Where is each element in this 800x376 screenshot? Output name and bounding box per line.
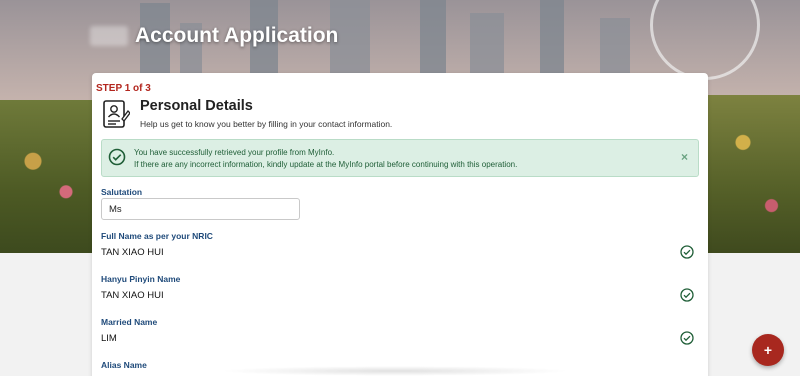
- married-name-value: LIM: [101, 333, 117, 344]
- salutation-label: Salutation: [101, 187, 143, 197]
- alert-message-line2: If there are any incorrect information, …: [134, 160, 518, 169]
- page-title: Account Application: [135, 24, 339, 47]
- blurred-logo: [90, 26, 128, 46]
- add-button[interactable]: +: [752, 334, 784, 366]
- check-circle-icon: [108, 148, 126, 166]
- check-circle-icon: [680, 245, 694, 259]
- check-circle-icon: [680, 331, 694, 345]
- document-person-icon: [103, 100, 130, 128]
- hanyu-name-value: TAN XIAO HUI: [101, 290, 164, 301]
- myinfo-success-alert: You have successfully retrieved your pro…: [101, 139, 699, 177]
- section-subtitle: Help us get to know you better by fillin…: [140, 119, 393, 129]
- bottom-shadow: [220, 366, 570, 376]
- alert-message-line1: You have successfully retrieved your pro…: [134, 148, 335, 157]
- form-card: STEP 1 of 3 Personal Details Help us get…: [92, 73, 708, 376]
- section-title: Personal Details: [140, 98, 253, 114]
- salutation-field[interactable]: Ms: [101, 198, 300, 220]
- alias-name-label: Alias Name: [101, 360, 147, 370]
- hanyu-name-label: Hanyu Pinyin Name: [101, 274, 181, 284]
- married-name-label: Married Name: [101, 317, 158, 327]
- hero-foliage-right: [705, 95, 800, 253]
- full-name-value: TAN XIAO HUI: [101, 247, 164, 258]
- check-circle-icon: [680, 288, 694, 302]
- full-name-label: Full Name as per your NRIC: [101, 231, 213, 241]
- close-icon[interactable]: ×: [681, 150, 688, 164]
- step-indicator: STEP 1 of 3: [96, 83, 151, 94]
